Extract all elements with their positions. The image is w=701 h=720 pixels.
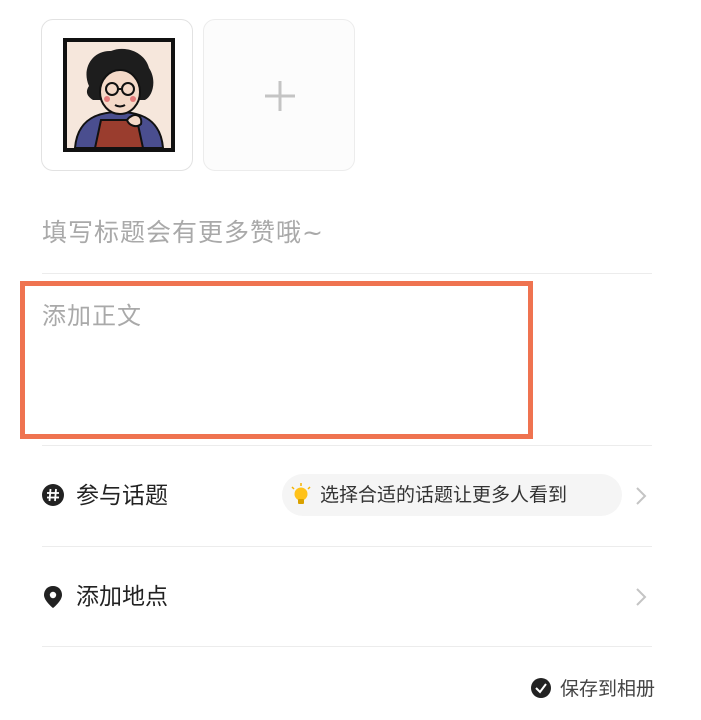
hashtag-icon — [42, 484, 64, 510]
selected-image-thumbnail[interactable] — [41, 19, 193, 171]
divider — [42, 546, 652, 547]
cartoon-portrait-image — [63, 38, 175, 152]
location-label: 添加地点 — [76, 584, 168, 610]
chevron-right-icon — [634, 586, 648, 612]
location-pin-icon — [42, 585, 64, 613]
lightbulb-icon — [290, 483, 312, 511]
plus-icon — [262, 78, 298, 118]
add-image-button[interactable] — [203, 19, 355, 171]
divider — [42, 273, 652, 274]
save-to-album-label: 保存到相册 — [560, 678, 656, 700]
highlight-box — [20, 281, 533, 439]
save-to-album-button[interactable]: 保存到相册 — [530, 674, 660, 704]
divider — [42, 445, 652, 446]
topic-label: 参与话题 — [76, 483, 168, 509]
topic-hint-text: 选择合适的话题让更多人看到 — [320, 484, 568, 506]
title-placeholder: 填写标题会有更多赞哦~ — [42, 218, 324, 247]
chevron-right-icon — [634, 485, 648, 511]
check-circle-icon — [530, 677, 552, 703]
divider — [42, 646, 652, 647]
topic-suggestion-chip[interactable]: 选择合适的话题让更多人看到 — [282, 474, 622, 516]
topic-row[interactable]: 参与话题 选择合适的话题让更多人看到 — [42, 466, 652, 526]
location-row[interactable]: 添加地点 — [42, 567, 652, 627]
title-input[interactable]: 填写标题会有更多赞哦~ — [42, 213, 652, 253]
